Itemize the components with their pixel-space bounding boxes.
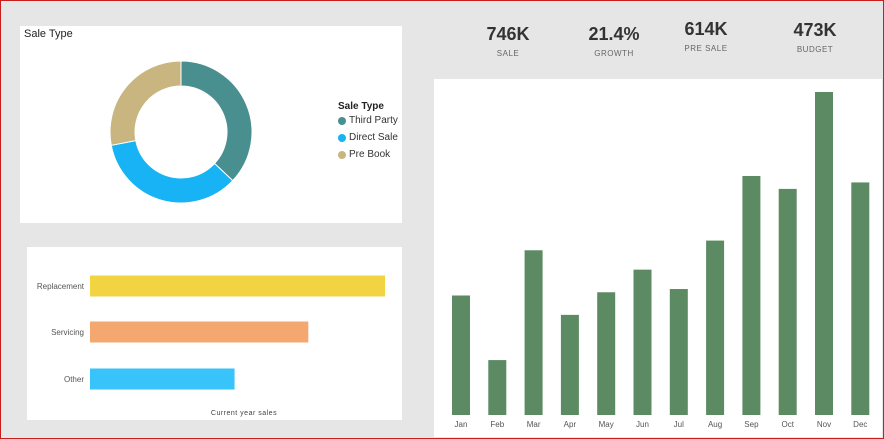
kpi-growth: 21.4% GROWTH: [569, 24, 659, 58]
kpi-budget-label: BUDGET: [796, 45, 834, 54]
column-jul[interactable]: [669, 289, 688, 415]
month-label-jan: Jan: [455, 420, 468, 429]
donut-slice-pre-book[interactable]: [109, 60, 182, 146]
donut-legend-title: Sale Type: [338, 101, 384, 112]
legend-item-direct-sale[interactable]: Direct Sale: [338, 132, 398, 143]
donut-slice-direct-sale[interactable]: [110, 140, 234, 204]
month-label-apr: Apr: [564, 420, 577, 429]
sale-type-panel: Sale Type Sale Type Third Party Direct Sa…: [20, 26, 402, 223]
month-label-nov: Nov: [817, 420, 831, 429]
month-label-sep: Sep: [744, 420, 759, 429]
month-label-may: May: [599, 420, 614, 429]
legend-label: Third Party: [349, 115, 398, 126]
column-oct[interactable]: [778, 188, 797, 415]
kpi-budget: 473K BUDGET: [770, 20, 860, 54]
legend-marker: [338, 150, 346, 159]
month-label-jul: Jul: [674, 420, 684, 429]
legend-label: Direct Sale: [349, 132, 398, 143]
column-sep[interactable]: [742, 175, 761, 415]
monthly-bar-chart: Jan Feb Mar Apr May Jun Jul Aug Sep Oct Nov Dec: [452, 92, 870, 429]
column-mar[interactable]: [524, 250, 543, 415]
hbar-servicing[interactable]: [90, 321, 309, 343]
hbar-other[interactable]: [90, 368, 235, 390]
column-dec[interactable]: [851, 182, 870, 415]
kpi-sale: 746K SALE: [463, 24, 553, 58]
month-label-aug: Aug: [708, 420, 722, 429]
column-feb[interactable]: [488, 360, 507, 415]
column-jun[interactable]: [633, 269, 652, 415]
hbar-x-axis-label: Current year sales: [211, 410, 277, 417]
legend-item-pre-book[interactable]: Pre Book: [338, 149, 390, 160]
hbar-label-other: Other: [64, 375, 84, 384]
kpi-sale-value: 746K: [486, 24, 530, 44]
month-label-feb: Feb: [490, 420, 504, 429]
kpi-budget-value: 473K: [793, 20, 837, 40]
category-sales-panel: Replacement Servicing Other Current year sa…: [27, 247, 402, 420]
donut-slice-third-party[interactable]: [180, 60, 253, 182]
horizontal-bar-chart: Replacement Servicing Other Current year sa…: [37, 275, 385, 417]
hbar-label-servicing: Servicing: [51, 328, 84, 337]
column-nov[interactable]: [815, 92, 833, 415]
kpi-growth-value: 21.4%: [588, 24, 640, 44]
kpi-pre-sale-label: PRE SALE: [684, 44, 728, 53]
column-jan[interactable]: [452, 295, 470, 415]
month-label-jun: Jun: [636, 420, 649, 429]
month-label-oct: Oct: [781, 420, 794, 429]
legend-marker: [338, 116, 346, 125]
column-apr[interactable]: [560, 314, 579, 415]
hbar-replacement[interactable]: [90, 275, 385, 297]
column-aug[interactable]: [706, 240, 725, 415]
hbar-label-replacement: Replacement: [37, 282, 85, 291]
column-may[interactable]: [597, 292, 616, 415]
kpi-pre-sale-value: 614K: [684, 19, 728, 39]
monthly-sales-panel: Jan Feb Mar Apr May Jun Jul Aug Sep Oct Nov Dec: [434, 79, 882, 437]
month-label-dec: Dec: [853, 420, 867, 429]
kpi-growth-label: GROWTH: [594, 49, 634, 58]
kpi-sale-label: SALE: [496, 49, 520, 58]
legend-item-third-party[interactable]: Third Party: [338, 115, 398, 126]
month-label-mar: Mar: [527, 420, 541, 429]
kpi-pre-sale: 614K PRE SALE: [661, 19, 751, 53]
legend-marker: [338, 133, 346, 142]
legend-label: Pre Book: [349, 149, 391, 160]
